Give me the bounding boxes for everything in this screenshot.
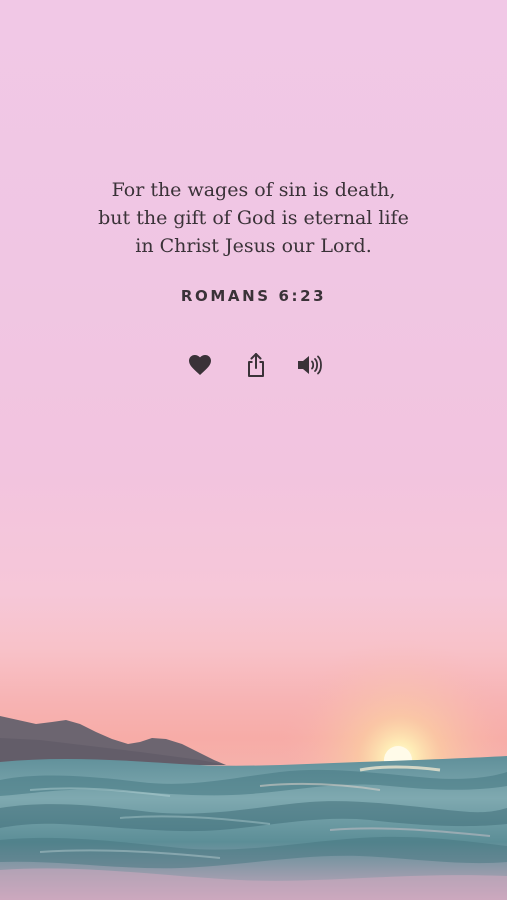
action-bar <box>0 350 507 380</box>
speaker-icon <box>298 355 322 375</box>
audio-button[interactable] <box>295 350 325 380</box>
verse-screen: For the wages of sin is death, but the g… <box>0 0 507 900</box>
share-button[interactable] <box>241 350 271 380</box>
heart-icon <box>189 355 211 375</box>
verse-card: For the wages of sin is death, but the g… <box>0 176 507 305</box>
sunset-ocean-background <box>0 640 507 900</box>
like-button[interactable] <box>185 350 215 380</box>
verse-reference: ROMANS 6:23 <box>180 287 327 305</box>
verse-text: For the wages of sin is death, but the g… <box>98 179 409 257</box>
share-icon <box>248 353 264 377</box>
